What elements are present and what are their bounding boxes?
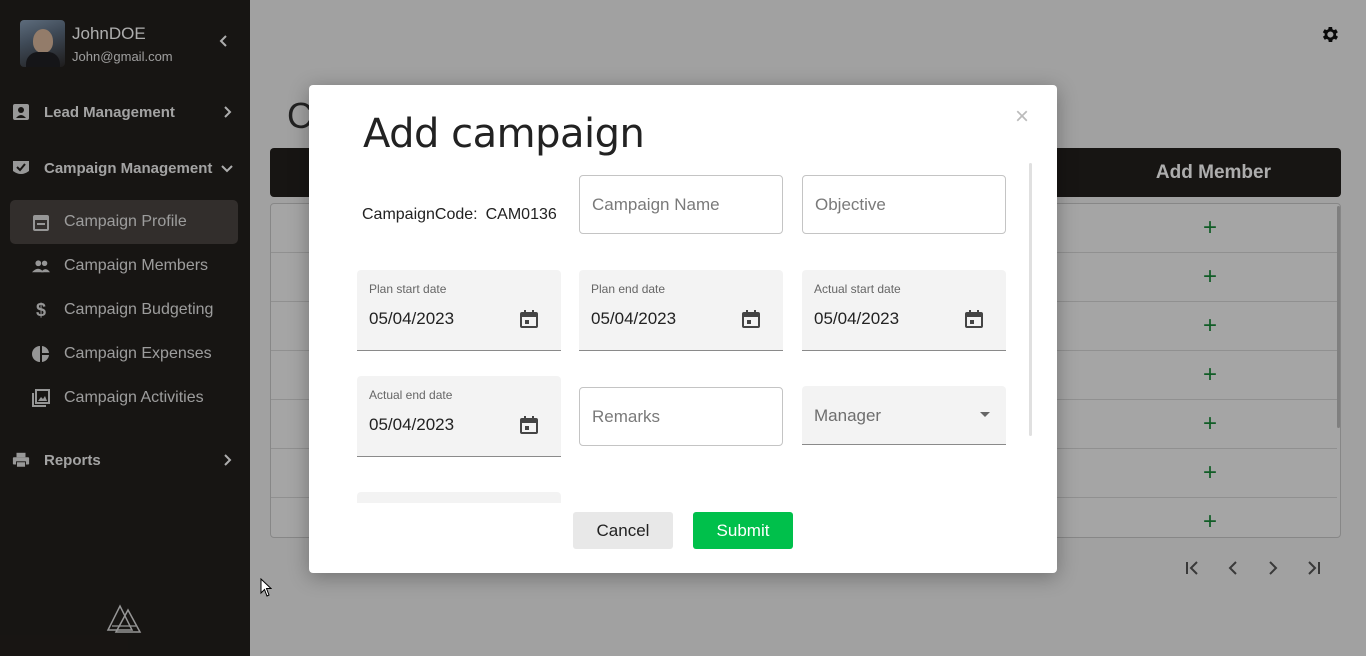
plan-end-date-value[interactable]: 05/04/2023 (591, 309, 676, 329)
plan-start-date-field[interactable]: Plan start date 05/04/2023 (357, 270, 561, 351)
campaign-code: CampaignCode: CAM0136 (362, 206, 557, 224)
actual-start-date-value[interactable]: 05/04/2023 (814, 309, 899, 329)
mouse-cursor-icon (260, 578, 272, 597)
actual-end-date-field[interactable]: Actual end date 05/04/2023 (357, 376, 561, 457)
cancel-button[interactable]: Cancel (573, 512, 673, 549)
plan-start-date-value[interactable]: 05/04/2023 (369, 309, 454, 329)
plan-start-date-label: Plan start date (369, 282, 447, 296)
calendar-icon[interactable] (518, 414, 540, 436)
dialog-scrollbar[interactable] (1029, 163, 1032, 436)
objective-field[interactable] (802, 175, 1006, 234)
campaign-name-input[interactable] (580, 176, 782, 233)
actual-start-date-field[interactable]: Actual start date 05/04/2023 (802, 270, 1006, 351)
dropdown-arrow-icon (980, 412, 990, 417)
close-icon[interactable]: × (1015, 105, 1029, 129)
plan-end-date-label: Plan end date (591, 282, 666, 296)
calendar-icon[interactable] (518, 308, 540, 330)
actual-end-date-value[interactable]: 05/04/2023 (369, 415, 454, 435)
actual-start-date-label: Actual start date (814, 282, 901, 296)
campaign-code-label: CampaignCode: (362, 206, 478, 223)
manager-select[interactable]: Manager (802, 386, 1006, 445)
plan-end-date-field[interactable]: Plan end date 05/04/2023 (579, 270, 783, 351)
manager-select-label: Manager (814, 406, 882, 425)
remarks-field[interactable] (579, 387, 783, 446)
calendar-icon[interactable] (740, 308, 762, 330)
remarks-input[interactable] (580, 388, 782, 445)
objective-input[interactable] (803, 176, 1005, 233)
actual-end-date-label: Actual end date (369, 388, 453, 402)
dialog-title: Add campaign (363, 111, 645, 157)
calendar-icon[interactable] (963, 308, 985, 330)
campaign-name-field[interactable] (579, 175, 783, 234)
campaign-code-value: CAM0136 (485, 206, 557, 223)
add-campaign-dialog: Add campaign × CampaignCode: CAM0136 Plan… (309, 85, 1057, 573)
submit-button[interactable]: Submit (693, 512, 793, 549)
next-field-partial (357, 492, 561, 503)
